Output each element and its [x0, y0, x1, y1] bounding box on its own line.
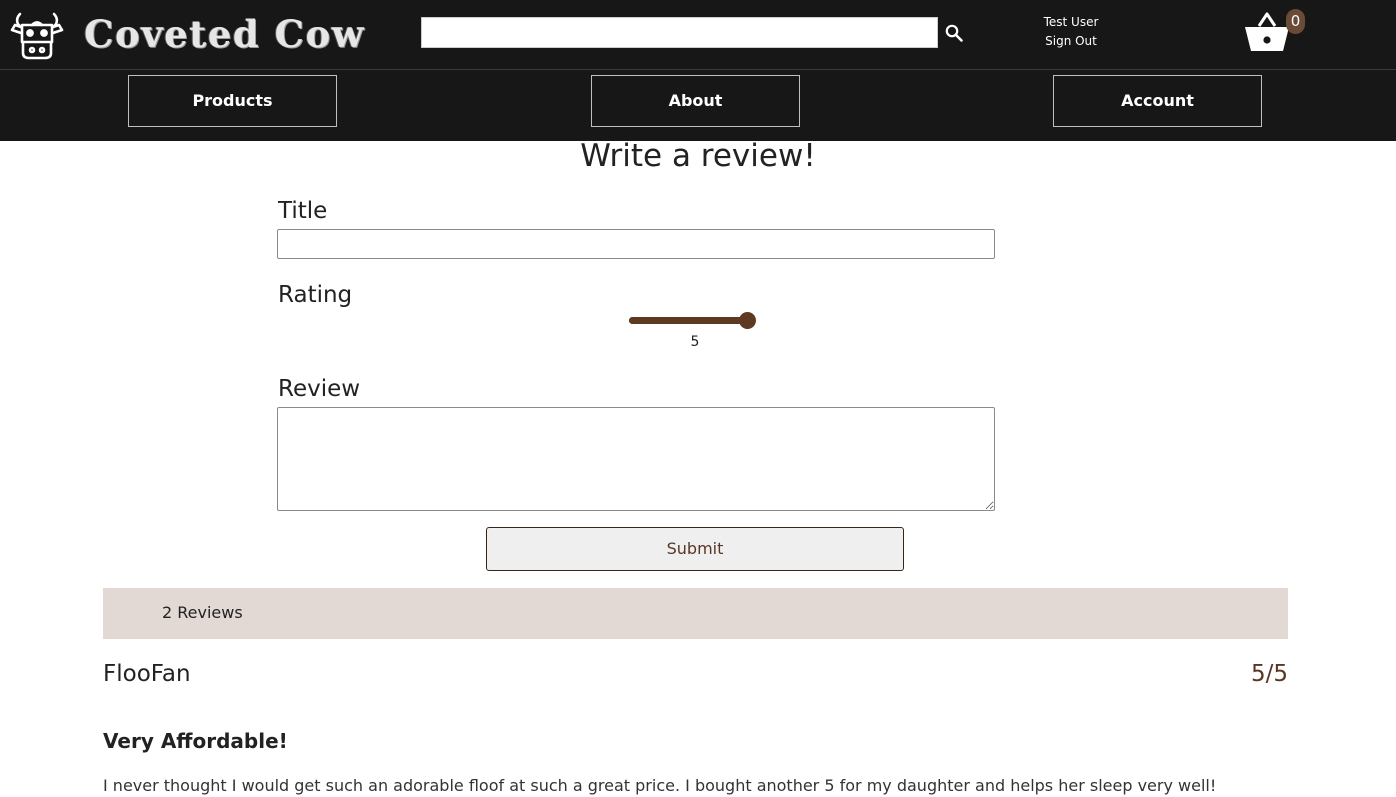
- rating-slider-track[interactable]: [629, 317, 755, 324]
- user-menu: Test User Sign Out: [1020, 13, 1122, 51]
- review-label: Review: [278, 376, 361, 402]
- main-nav: Products About Account: [0, 70, 1396, 141]
- reviews-count: 2 Reviews: [162, 603, 243, 622]
- review-score: 5/5: [1250, 661, 1288, 687]
- review-title: Very Affordable!: [103, 729, 288, 753]
- brand-logo-text[interactable]: Coveted Cow: [84, 10, 365, 58]
- cart-count-badge: 0: [1286, 9, 1305, 34]
- user-name[interactable]: Test User: [1020, 13, 1122, 32]
- submit-button[interactable]: Submit: [486, 527, 904, 571]
- rating-slider-thumb[interactable]: [739, 312, 756, 329]
- search-icon[interactable]: [942, 21, 966, 45]
- search-input[interactable]: [421, 17, 938, 48]
- rating-label: Rating: [278, 282, 353, 308]
- top-header: Coveted Cow Test User Sign Out 0: [0, 0, 1396, 70]
- review-textarea[interactable]: [277, 407, 995, 511]
- basket-icon[interactable]: [1243, 10, 1291, 54]
- sign-out-link[interactable]: Sign Out: [1020, 32, 1122, 51]
- review-title-input[interactable]: [277, 229, 995, 259]
- review-form-heading: Write a review!: [580, 138, 816, 174]
- nav-products-button[interactable]: Products: [128, 75, 337, 127]
- title-label: Title: [278, 198, 328, 224]
- review-author: FlooFan: [103, 661, 191, 687]
- cow-head-icon[interactable]: [10, 8, 64, 60]
- review-body: I never thought I would get such an ador…: [103, 776, 1217, 795]
- rating-value: 5: [690, 334, 700, 350]
- nav-about-button[interactable]: About: [591, 75, 800, 127]
- nav-account-button[interactable]: Account: [1053, 75, 1262, 127]
- reviews-summary-bar: 2 Reviews: [103, 588, 1288, 639]
- rating-slider-fill: [629, 317, 755, 324]
